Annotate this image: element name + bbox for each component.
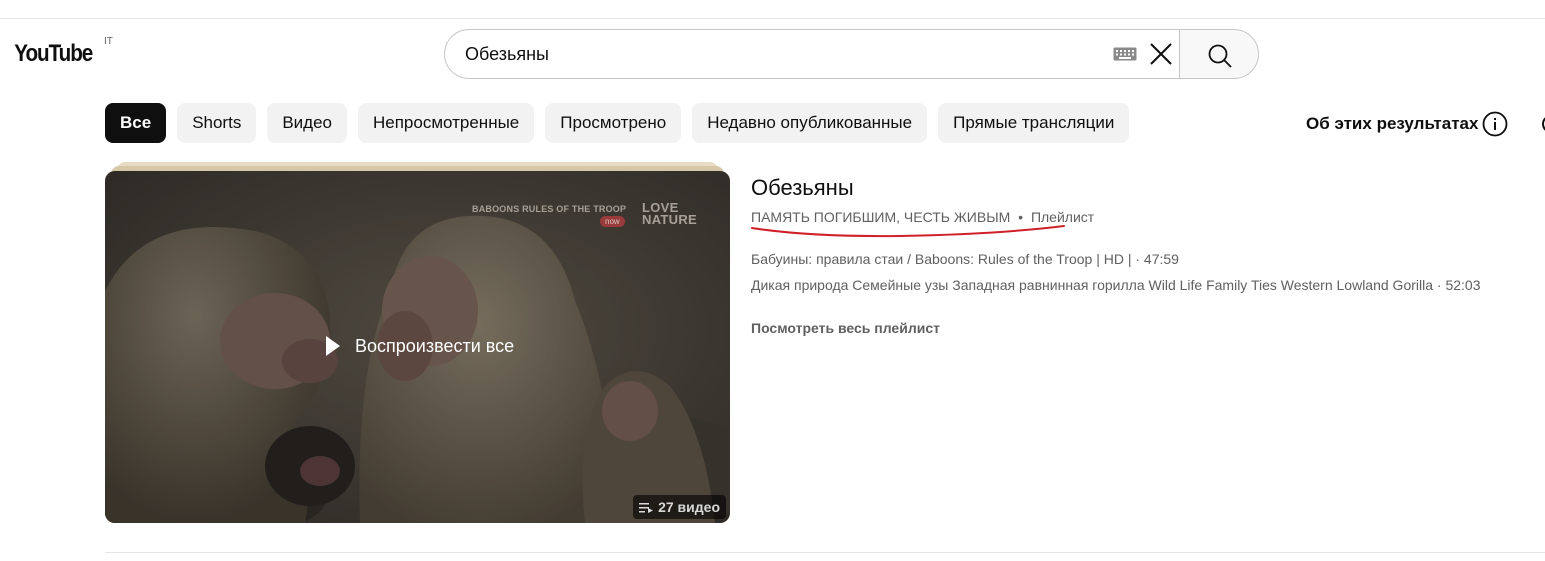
- chip-watched[interactable]: Просмотрено: [545, 103, 682, 143]
- video-count: 27 видео: [658, 499, 720, 515]
- thumbnail-watermark: BABOONS RULES OF THE TROOP: [472, 204, 627, 214]
- about-results-link[interactable]: Об этих результатах: [1306, 114, 1478, 134]
- filter-chips: Все Shorts Видео Непросмотренные Просмот…: [105, 103, 1130, 143]
- chip-live[interactable]: Прямые трансляции: [938, 103, 1130, 143]
- playlist-title[interactable]: Обезьяны: [751, 175, 854, 201]
- youtube-logo[interactable]: YouTube: [14, 40, 93, 68]
- clear-search-icon[interactable]: [1147, 40, 1175, 68]
- channel-name[interactable]: ПАМЯТЬ ПОГИБШИМ, ЧЕСТЬ ЖИВЫМ: [751, 209, 1010, 225]
- logo-text: YouTube: [14, 40, 93, 67]
- chip-unwatched[interactable]: Непросмотренные: [358, 103, 535, 143]
- search-icon: [1208, 44, 1232, 68]
- thumbnail-brand: LOVE NATURE: [642, 201, 697, 227]
- play-icon: [326, 336, 340, 356]
- keyboard-icon[interactable]: [1113, 47, 1137, 61]
- chip-recently-uploaded[interactable]: Недавно опубликованные: [692, 103, 928, 143]
- thumbnail-brand-line-2: NATURE: [642, 212, 697, 227]
- chip-all[interactable]: Все: [105, 103, 167, 143]
- search-button[interactable]: [1179, 29, 1259, 79]
- playlist-meta: ПАМЯТЬ ПОГИБШИМ, ЧЕСТЬ ЖИВЫМ • Плейлист: [751, 209, 1094, 225]
- red-annotation-underline: [751, 225, 1065, 238]
- video-count-badge: 27 видео: [633, 495, 726, 519]
- chip-shorts[interactable]: Shorts: [177, 103, 257, 143]
- view-full-playlist-link[interactable]: Посмотреть весь плейлист: [751, 320, 940, 336]
- bottom-divider: [105, 552, 1545, 553]
- meta-separator: •: [1018, 209, 1024, 225]
- search-input[interactable]: [465, 30, 1085, 78]
- playlist-icon: [639, 503, 654, 513]
- chip-videos[interactable]: Видео: [267, 103, 347, 143]
- playlist-video-2[interactable]: Дикая природа Семейные узы Западная равн…: [751, 277, 1481, 293]
- thumbnail-watermark-badge: now: [600, 216, 625, 227]
- info-icon[interactable]: [1482, 111, 1508, 137]
- filters-icon[interactable]: [1540, 111, 1545, 137]
- play-all-button[interactable]: Воспроизвести все: [325, 335, 514, 357]
- play-all-label: Воспроизвести все: [355, 335, 515, 356]
- playlist-thumbnail[interactable]: BABOONS RULES OF THE TROOP now LOVE NATU…: [105, 171, 730, 523]
- logo-country-code: IT: [104, 36, 113, 47]
- search-box: [444, 29, 1180, 79]
- playlist-video-1[interactable]: Бабуины: правила стаи / Baboons: Rules o…: [751, 251, 1179, 267]
- top-divider: [0, 18, 1545, 19]
- playlist-type-label: Плейлист: [1030, 209, 1095, 225]
